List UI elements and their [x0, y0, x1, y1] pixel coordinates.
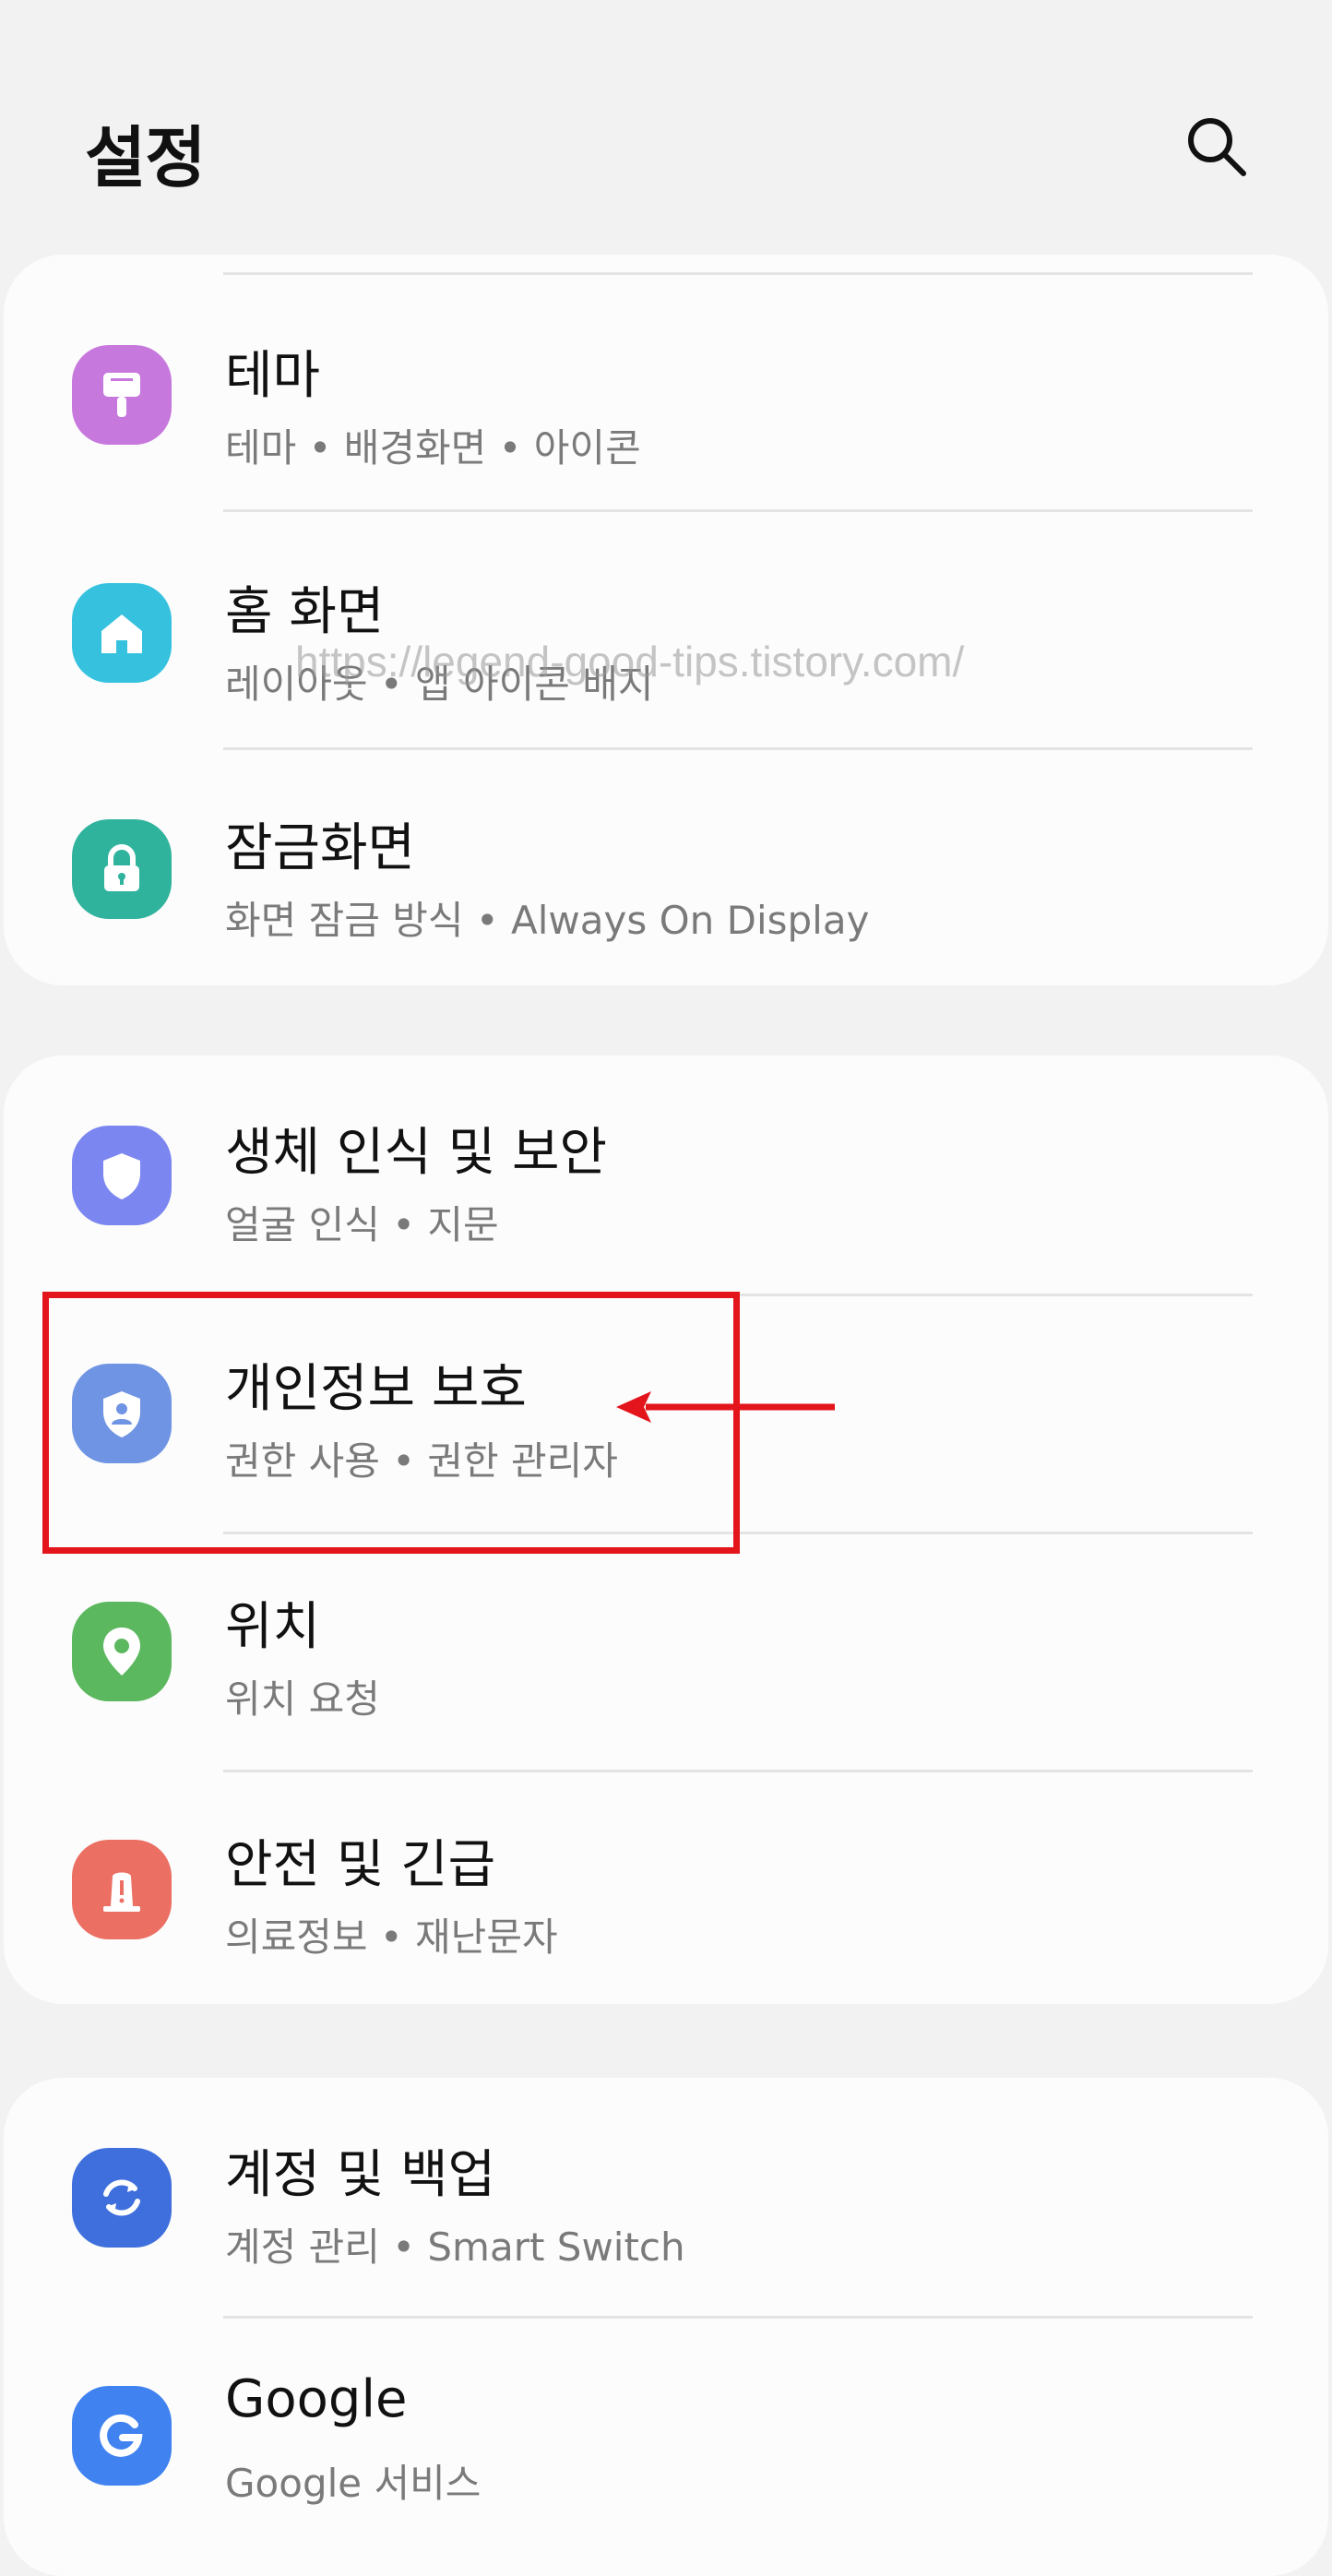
item-title: 계정 및 백업 [225, 2145, 496, 2205]
settings-item-location[interactable]: 위치 위치 요청 [4, 1533, 1328, 1771]
settings-group-display: 테마 테마 • 배경화면 • 아이콘 홈 화면 레이아웃 • 앱 아이콘 배지 … [4, 255, 1328, 985]
divider [223, 509, 1253, 512]
sync-icon [72, 2148, 172, 2248]
item-title: 생체 인식 및 보안 [225, 1123, 608, 1183]
settings-item-google[interactable]: Google Google 서비스 [4, 2318, 1328, 2556]
item-title: 홈 화면 [225, 582, 385, 642]
item-subtitle: 계정 관리 • Smart Switch [225, 2224, 685, 2270]
item-subtitle: 의료정보 • 재난문자 [225, 1914, 558, 1960]
location-pin-icon [72, 1602, 172, 1701]
settings-item-home-screen[interactable]: 홈 화면 레이아웃 • 앱 아이콘 배지 [4, 517, 1328, 755]
item-subtitle: 얼굴 인식 • 지문 [225, 1202, 499, 1247]
item-title: 안전 및 긴급 [225, 1835, 496, 1895]
theme-brush-icon [72, 345, 172, 445]
item-title: 잠금화면 [225, 818, 416, 878]
arrow-annotation [616, 1391, 835, 1423]
item-subtitle: 위치 요청 [225, 1676, 380, 1722]
search-icon [1188, 118, 1246, 176]
item-subtitle: Google 서비스 [225, 2461, 482, 2506]
item-title: Google [225, 2369, 408, 2429]
search-button[interactable] [1173, 103, 1258, 188]
item-title: 테마 [225, 346, 321, 406]
settings-item-accounts-backup[interactable]: 계정 및 백업 계정 관리 • Smart Switch [4, 2078, 1328, 2316]
item-subtitle: 화면 잠금 방식 • Always On Display [225, 898, 870, 943]
page-title: 설정 [85, 119, 206, 197]
settings-item-safety-emergency[interactable]: 안전 및 긴급 의료정보 • 재난문자 [4, 1771, 1328, 2010]
divider [223, 272, 1253, 275]
home-icon [72, 583, 172, 683]
emergency-alert-icon [72, 1840, 172, 1939]
settings-item-theme[interactable]: 테마 테마 • 배경화면 • 아이콘 [4, 279, 1328, 517]
item-subtitle: 테마 • 배경화면 • 아이콘 [225, 425, 641, 471]
item-title: 위치 [225, 1597, 321, 1657]
google-icon [72, 2386, 172, 2486]
settings-item-biometrics-security[interactable]: 생체 인식 및 보안 얼굴 인식 • 지문 [4, 1055, 1328, 1294]
settings-item-lock-screen[interactable]: 잠금화면 화면 잠금 방식 • Always On Display [4, 753, 1328, 991]
settings-group-accounts: 계정 및 백업 계정 관리 • Smart Switch Google Goog… [4, 2078, 1328, 2576]
shield-icon [72, 1126, 172, 1225]
watermark-text: https://legend-good-tips.tistory.com/ [295, 638, 965, 686]
header: 설정 [0, 0, 1332, 249]
divider [223, 747, 1253, 750]
lock-icon [72, 819, 172, 919]
